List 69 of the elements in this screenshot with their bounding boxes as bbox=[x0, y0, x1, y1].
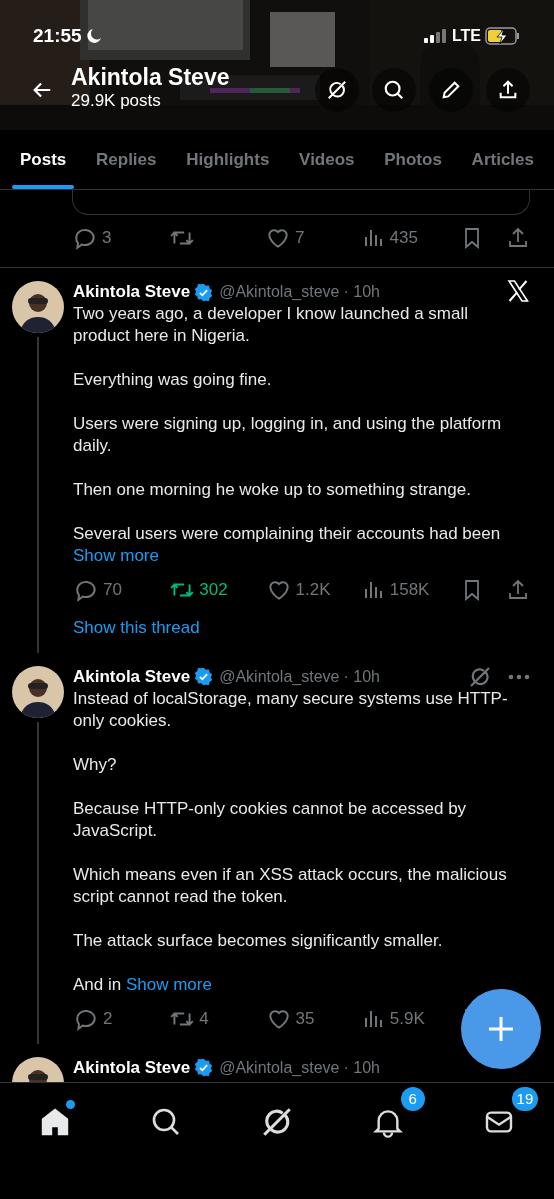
reply-count: 2 bbox=[103, 1007, 113, 1030]
pencil-icon bbox=[440, 79, 462, 101]
post-text: Several users were complaining their accounts had been Show more bbox=[73, 523, 502, 567]
grok-icon[interactable] bbox=[468, 664, 492, 689]
grok-icon bbox=[326, 79, 348, 101]
notification-badge: 19 bbox=[511, 1087, 539, 1111]
profile-tab[interactable]: Videos bbox=[291, 130, 363, 189]
moon-icon bbox=[85, 28, 102, 44]
post-count: 29.9K posts bbox=[71, 90, 162, 112]
network-label: LTE bbox=[451, 26, 481, 46]
post-time: · 10h bbox=[343, 282, 380, 302]
post-text: Instead of localStorage, many secure systems use HTTP-only cookies. bbox=[73, 687, 509, 732]
show-more-link[interactable]: Show more bbox=[125, 974, 212, 994]
reply-count: 3 bbox=[102, 227, 112, 250]
share-icon[interactable] bbox=[506, 578, 530, 602]
views-count: 158K bbox=[389, 579, 430, 602]
battery-icon bbox=[485, 27, 521, 45]
search-button[interactable] bbox=[372, 68, 416, 112]
post-text: Why? bbox=[73, 753, 118, 776]
profile-name: Akintola Steve bbox=[71, 64, 230, 90]
post-text: And in Show more bbox=[73, 973, 213, 996]
profile-tab[interactable]: Articles bbox=[463, 130, 542, 189]
author-handle: @Akintola_steve bbox=[219, 666, 340, 687]
post-text: Because HTTP-only cookies cannot be accessed by JavaScript. bbox=[73, 797, 468, 842]
repost-count: 302 bbox=[199, 579, 228, 602]
profile-tab[interactable]: Highlights bbox=[178, 130, 278, 189]
post-text: Everything was going fine. bbox=[73, 369, 273, 391]
verified-badge-icon bbox=[194, 282, 214, 302]
reply-count: 70 bbox=[103, 579, 122, 602]
post-text: Two years ago, a developer I know launched a small product here in Nigeria. bbox=[73, 303, 469, 347]
plus-icon bbox=[487, 1015, 515, 1043]
post-text: The attack surface becomes significantly smaller. bbox=[73, 929, 444, 952]
post-text: Then one morning he woke up to something strange. bbox=[73, 479, 472, 501]
nav-tab[interactable] bbox=[260, 1105, 294, 1139]
like-count: 1.2K bbox=[295, 579, 331, 602]
author-name[interactable]: Akintola Steve bbox=[73, 279, 191, 305]
profile-tab[interactable]: Posts bbox=[12, 130, 75, 189]
avatar[interactable] bbox=[12, 281, 64, 333]
author-name[interactable]: Akintola Steve bbox=[73, 663, 191, 690]
views-count: 5.9K bbox=[389, 1007, 425, 1030]
views-count: 435 bbox=[389, 227, 418, 250]
like-count: 7 bbox=[295, 227, 305, 250]
profile-tab[interactable]: Replies bbox=[88, 130, 165, 189]
show-more-link[interactable]: Show more bbox=[73, 546, 159, 565]
grok-icon bbox=[260, 1105, 294, 1139]
like-count: 35 bbox=[295, 1007, 315, 1030]
share-icon bbox=[497, 79, 519, 101]
notification-badge: 6 bbox=[400, 1087, 425, 1111]
author-name[interactable]: Akintola Steve bbox=[73, 1054, 191, 1081]
post-time: · 10h bbox=[343, 666, 380, 687]
edit-button[interactable] bbox=[429, 68, 473, 112]
profile-tab[interactable]: Photos bbox=[376, 130, 450, 189]
share-icon[interactable] bbox=[506, 226, 530, 250]
author-handle: @Akintola_steve bbox=[219, 1057, 340, 1078]
avatar[interactable] bbox=[12, 665, 64, 718]
post-time: · 10h bbox=[343, 1057, 380, 1078]
share-button[interactable] bbox=[486, 68, 530, 112]
status-time: 21:55 bbox=[33, 23, 82, 48]
repost-count: 4 bbox=[199, 1007, 209, 1030]
search-icon bbox=[383, 79, 405, 101]
more-icon[interactable] bbox=[508, 673, 530, 680]
signal-icon bbox=[423, 29, 448, 43]
post-text: Users were signing up, logging in, and using the platform daily. bbox=[73, 413, 503, 457]
verified-badge-icon bbox=[194, 1058, 214, 1077]
grok-button[interactable] bbox=[315, 68, 359, 112]
verified-badge-icon bbox=[194, 667, 214, 686]
show-thread-link[interactable]: Show this thread bbox=[73, 615, 530, 653]
author-handle: @Akintola_steve bbox=[219, 282, 340, 302]
post-text: Which means even if an XSS attack occurs, the malicious script cannot read the token. bbox=[73, 863, 508, 908]
